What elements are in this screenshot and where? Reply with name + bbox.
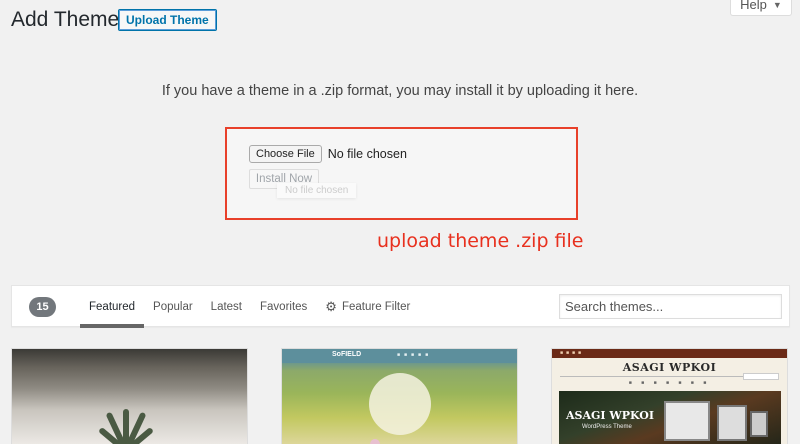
theme-hero-title: ASAGI WPKOI bbox=[566, 409, 654, 422]
tab-popular[interactable]: Popular bbox=[144, 286, 202, 328]
theme-screenshot bbox=[98, 391, 154, 444]
theme-filter-bar: 15 Featured Popular Latest Favorites ⚙ F… bbox=[11, 285, 790, 328]
annotation-text: upload theme .zip file bbox=[377, 230, 584, 252]
caret-down-icon: ▼ bbox=[772, 0, 782, 10]
device-mockup bbox=[750, 411, 768, 437]
theme-hero-subtitle: WordPress Theme bbox=[582, 424, 632, 430]
feature-filter-button[interactable]: ⚙ Feature Filter bbox=[316, 286, 419, 328]
help-tab[interactable]: Help ▼ bbox=[730, 0, 792, 16]
file-status: No file chosen bbox=[327, 147, 407, 161]
theme-card[interactable] bbox=[11, 348, 248, 444]
theme-screenshot-flower bbox=[370, 439, 380, 444]
filter-tabs: Featured Popular Latest Favorites ⚙ Feat… bbox=[80, 286, 419, 328]
theme-topbar: ■■■■ bbox=[552, 349, 787, 358]
theme-card[interactable]: ■■■■ ASAGI WPKOI ■ ■ ■ ■ ■ ■ ■ ASAGI WPK… bbox=[551, 348, 788, 444]
feature-filter-label: Feature Filter bbox=[341, 301, 411, 313]
tab-favorites[interactable]: Favorites bbox=[251, 286, 316, 328]
page-title: Add Themes bbox=[11, 8, 130, 31]
gear-icon: ⚙ bbox=[325, 299, 337, 314]
theme-card[interactable]: SoFIELD ■■■■■ bbox=[281, 348, 518, 444]
file-picker-row: Choose File No file chosen bbox=[249, 145, 407, 163]
choose-file-button[interactable]: Choose File bbox=[249, 145, 322, 163]
tab-latest[interactable]: Latest bbox=[202, 286, 251, 328]
help-label: Help bbox=[740, 0, 767, 12]
theme-nav: ■■■■■ bbox=[397, 352, 433, 358]
theme-screenshot-circle bbox=[369, 373, 431, 435]
drag-ghost: No file chosen bbox=[277, 183, 357, 198]
upload-theme-button[interactable]: Upload Theme bbox=[118, 9, 217, 31]
theme-search-box bbox=[743, 373, 779, 380]
theme-screenshot-header: SoFIELD ■■■■■ bbox=[282, 349, 517, 363]
upload-form-highlight: Choose File No file chosen Install Now N… bbox=[225, 127, 578, 220]
upload-description: If you have a theme in a .zip format, yo… bbox=[161, 83, 639, 99]
theme-logo: SoFIELD bbox=[332, 351, 362, 358]
search-themes-input[interactable] bbox=[559, 294, 782, 319]
device-mockup bbox=[664, 401, 710, 441]
theme-count-badge: 15 bbox=[29, 297, 56, 317]
theme-nav: ■ ■ ■ ■ ■ ■ ■ bbox=[628, 380, 711, 386]
device-mockup bbox=[717, 405, 747, 441]
tab-featured[interactable]: Featured bbox=[80, 286, 145, 328]
